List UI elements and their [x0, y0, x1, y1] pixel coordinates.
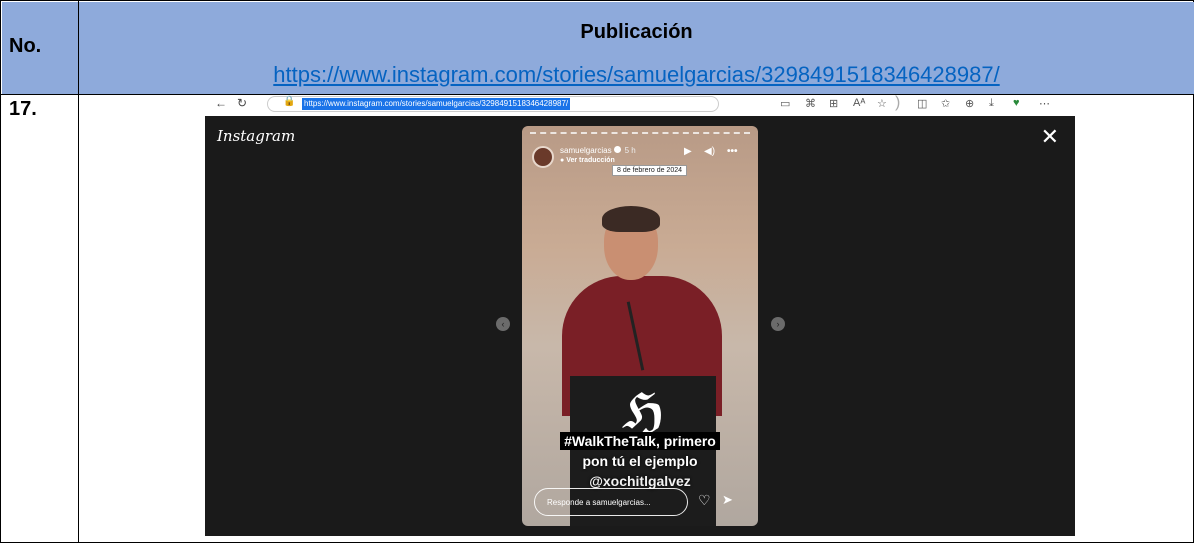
date-tooltip: 8 de febrero de 2024 [612, 165, 687, 176]
lock-icon[interactable]: 🔒 [283, 96, 295, 107]
caption-mention[interactable]: @xochitlgalvez [589, 473, 691, 489]
instagram-story-viewer: Instagram ✕ ‹ › ℌ samuelgarcias 5 h ● Ver… [205, 116, 1075, 536]
next-story-icon[interactable]: › [771, 317, 785, 331]
favorites-icon[interactable]: ✩ [941, 97, 950, 110]
download-icon[interactable]: ⤓ [989, 97, 994, 110]
grid-icon[interactable]: ⊞ [829, 97, 838, 110]
url-bar-end-icon: ) [895, 94, 901, 111]
story-progress-bar [530, 132, 750, 134]
avatar[interactable] [532, 146, 554, 168]
play-icon[interactable]: ▶ [684, 146, 692, 157]
extension-icon[interactable]: ♥ [1013, 97, 1020, 109]
send-icon[interactable]: ➤ [722, 492, 733, 508]
header-publication-label: Publicación [580, 21, 693, 43]
translate-link[interactable]: ● Ver traducción [560, 157, 615, 164]
story-time: 5 h [624, 146, 636, 155]
reply-input[interactable]: Responde a samuelgarcias... [534, 488, 688, 516]
apps-icon[interactable]: ⌘ [805, 97, 816, 110]
publication-url-link[interactable]: https://www.instagram.com/stories/samuel… [79, 62, 1194, 88]
more-icon[interactable]: ⋯ [1039, 97, 1050, 110]
caption-line-1: #WalkTheTalk, primero [522, 432, 758, 451]
username[interactable]: samuelgarcias [560, 146, 612, 155]
instagram-logo[interactable]: Instagram [217, 127, 295, 145]
verified-icon [613, 146, 621, 153]
previous-story-icon[interactable]: ‹ [496, 317, 510, 331]
person-hair [602, 206, 660, 232]
collections-icon[interactable]: ⊕ [965, 97, 974, 110]
back-icon[interactable]: ← [215, 96, 227, 110]
close-icon[interactable]: ✕ [1041, 124, 1059, 150]
refresh-icon[interactable]: ↻ [237, 96, 247, 110]
browser-address-bar: ← ↻ 🔒 https://www.instagram.com/stories/… [205, 94, 1075, 113]
font-size-icon[interactable]: Aᴬ [853, 97, 865, 109]
read-aloud-icon[interactable]: ▭ [780, 97, 790, 110]
translate-label: Ver traducción [566, 157, 615, 164]
header-no-label: No. [9, 35, 42, 57]
row-number: 17. [9, 98, 37, 120]
favorite-star-icon[interactable]: ☆ [877, 97, 887, 110]
caption-line-2-text: pon tú el ejemplo [582, 453, 698, 469]
story-card[interactable]: ℌ samuelgarcias 5 h ● Ver traducción ▶ ◀)… [522, 126, 758, 526]
split-screen-icon[interactable]: ◫ [917, 97, 927, 110]
caption-line-1-text: #WalkTheTalk, primero [560, 432, 720, 450]
story-header: samuelgarcias 5 h [560, 146, 636, 155]
more-options-icon[interactable]: ••• [727, 146, 738, 157]
heart-icon[interactable]: ♡ [698, 492, 711, 509]
caption-line-2: pon tú el ejemplo [522, 453, 758, 471]
url-text[interactable]: https://www.instagram.com/stories/samuel… [302, 98, 571, 110]
volume-icon[interactable]: ◀) [704, 146, 715, 157]
